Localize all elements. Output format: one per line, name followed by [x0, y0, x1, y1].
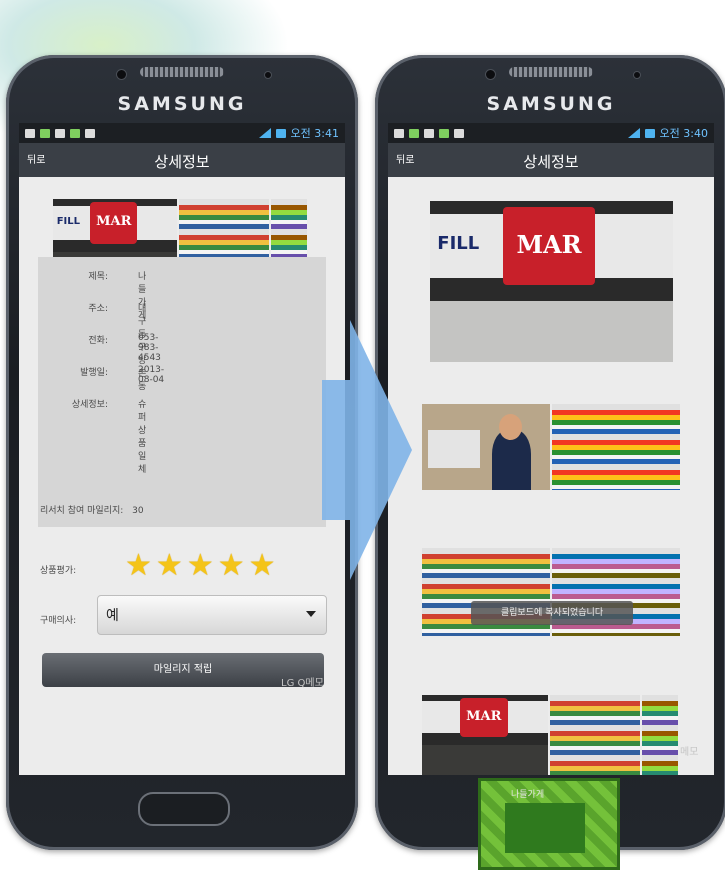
signal-icon: [258, 128, 271, 138]
brand-logo: SAMSUNG: [486, 93, 616, 115]
battery-icon: [644, 128, 655, 138]
mileage-label: 리서치 참여 마일리지:: [40, 506, 124, 516]
earpiece: [140, 67, 224, 77]
star-icon[interactable]: ★: [218, 551, 245, 581]
screen: 오전 3:41 뒤로 상세정보 MAR FILL 제목: 나들가게 주소: 대구: [19, 123, 345, 775]
shelf-photo[interactable]: [550, 695, 640, 775]
star-icon[interactable]: ★: [249, 551, 276, 581]
page-title: 상세정보: [154, 153, 210, 171]
sensor: [264, 71, 272, 79]
notification-icon: [85, 128, 95, 138]
status-bar: 오전 3:40: [388, 123, 714, 143]
star-icon[interactable]: ★: [187, 551, 214, 581]
shelf-photo[interactable]: [642, 695, 678, 775]
mail-icon: [55, 128, 65, 138]
notification-icon: [409, 128, 419, 138]
right-phone: SAMSUNG 오전 3:40 뒤로 상세정보 MAR FILL MAR 클립보…: [375, 55, 725, 850]
info-panel: 제목: 나들가게 주소: 대구 동구 방촌동 전화: 053-983-4543 …: [38, 257, 326, 527]
status-time: 오전 3:40: [659, 127, 708, 140]
cashier-photo[interactable]: [422, 404, 550, 490]
notification-icon: [454, 128, 464, 138]
purchase-select[interactable]: 예: [97, 595, 327, 635]
photo-row: [422, 404, 680, 490]
notification-icon: [40, 128, 50, 138]
title-bar: 뒤로 상세정보: [388, 143, 714, 177]
earpiece: [509, 67, 593, 77]
brand-logo: SAMSUNG: [117, 93, 247, 115]
store-graphic: 나들가게: [478, 778, 620, 870]
left-phone: SAMSUNG 오전 3:41 뒤로 상세정보 MAR FILL 제목: 나들가…: [6, 55, 358, 850]
toast-message: 클립보드에 복사되었습니다: [471, 601, 633, 625]
notification-icon: [439, 128, 449, 138]
rating-label: 상품평가:: [40, 566, 77, 576]
mileage-value: 30: [132, 506, 144, 516]
home-button[interactable]: [138, 792, 230, 826]
sensor: [633, 71, 641, 79]
shelf-photo[interactable]: [552, 404, 680, 490]
title-bar: 뒤로 상세정보: [19, 143, 345, 177]
watermark: LG Q메모: [281, 678, 324, 689]
photo-row: MAR: [422, 695, 678, 775]
star-icon[interactable]: ★: [125, 551, 152, 581]
mileage-row: 리서치 참여 마일리지: 30: [40, 503, 144, 516]
status-time: 오전 3:41: [290, 127, 339, 140]
page-title: 상세정보: [523, 153, 579, 171]
rating-stars[interactable]: ★ ★ ★ ★ ★: [125, 551, 276, 581]
battery-icon: [275, 128, 286, 138]
notification-icon: [394, 128, 404, 138]
screen: 오전 3:40 뒤로 상세정보 MAR FILL MAR 클립보드에 복사되었습…: [388, 123, 714, 775]
purchase-label: 구매의사:: [40, 616, 77, 626]
front-camera: [116, 69, 127, 80]
status-bar: 오전 3:41: [19, 123, 345, 143]
front-camera: [485, 69, 496, 80]
mail-icon: [424, 128, 434, 138]
store-photo[interactable]: MAR FILL: [430, 201, 673, 362]
notification-icon: [70, 128, 80, 138]
notification-icon: [25, 128, 35, 138]
purchase-selected-value: 예: [106, 608, 119, 624]
arrow-right-icon: [322, 320, 412, 580]
star-icon[interactable]: ★: [156, 551, 183, 581]
store-photo[interactable]: MAR: [422, 695, 548, 775]
watermark: 메모: [680, 747, 699, 758]
signal-icon: [627, 128, 640, 138]
chevron-down-icon: [306, 611, 316, 617]
